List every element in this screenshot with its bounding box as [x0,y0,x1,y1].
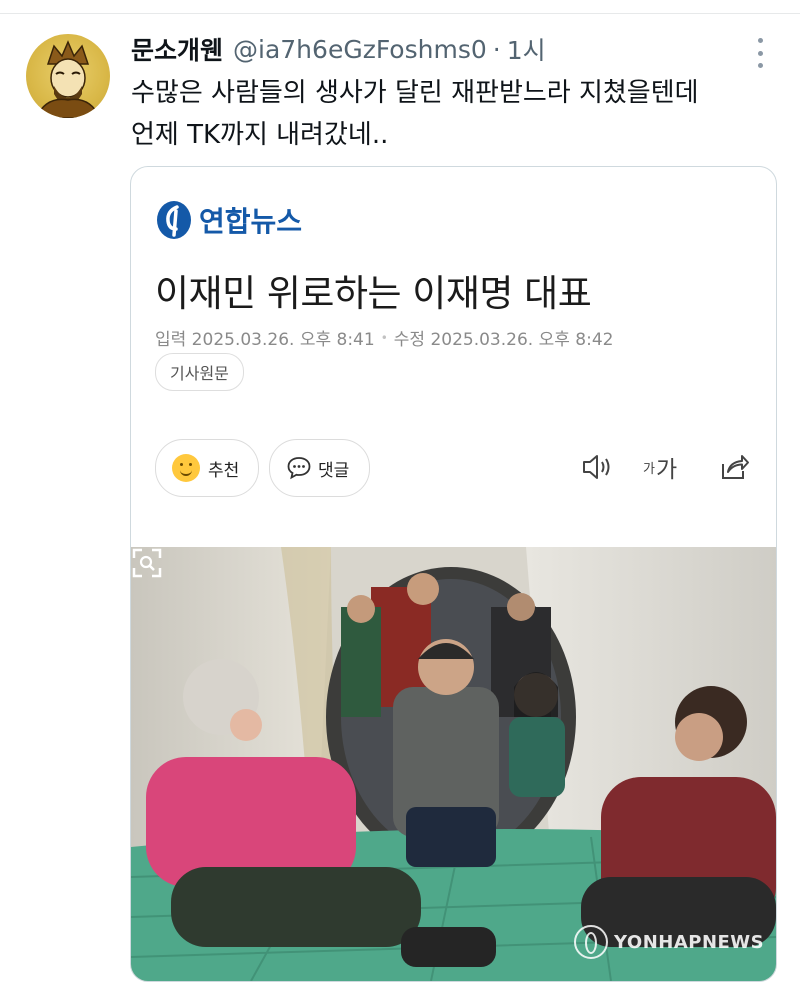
source-name: 연합뉴스 [199,205,303,238]
tweet-text: 수많은 사람들의 생사가 달린 재판받느라 지쳤을텐데 언제 TK까지 내려갔네… [131,72,771,156]
more-vertical-icon[interactable] [747,38,773,68]
avatar[interactable] [26,34,110,118]
article-headline: 이재민 위로하는 이재명 대표 [155,272,592,315]
speaker-icon[interactable] [581,450,615,484]
top-divider [0,13,800,14]
display-name[interactable]: 문소개웬 [131,31,223,67]
expand-image-icon[interactable] [131,547,163,579]
article-photo[interactable]: YONHAPNEWS [131,547,776,981]
font-size-icon[interactable]: 가가 [643,450,677,484]
tweet-text-line: 언제 TK까지 내려갔네.. [131,120,389,150]
user-handle[interactable]: @ia7h6eGzFoshms0 [233,35,487,64]
recommend-label: 추천 [208,460,240,481]
watermark-text: YONHAPNEWS [614,931,765,953]
post-time[interactable]: 1시 [507,31,546,67]
comment-label: 댓글 [318,460,350,481]
smile-emoji-icon [172,454,200,482]
recommend-button[interactable]: 추천 [155,439,259,497]
speech-bubble-icon [287,457,311,480]
yonhap-logo: 연합뉴스 [155,199,302,241]
input-date: 입력 2025.03.26. 오후 8:41 [155,330,375,350]
header-separator: · [492,34,501,64]
share-icon[interactable] [718,450,750,484]
article-dates: 입력 2025.03.26. 오후 8:41 • 수정 2025.03.26. … [155,325,613,350]
tweet-text-line: 수많은 사람들의 생사가 달린 재판받느라 지쳤을텐데 [131,78,699,108]
edit-date: 수정 2025.03.26. 오후 8:42 [393,330,614,350]
font-large-label: 가 [655,457,678,483]
comment-button[interactable]: 댓글 [269,439,370,497]
article-card[interactable]: 연합뉴스 이재민 위로하는 이재명 대표 입력 2025.03.26. 오후 8… [130,166,777,982]
original-article-button[interactable]: 기사원문 [155,353,244,391]
yonhap-watermark-icon [574,925,608,959]
tweet-header: 문소개웬 @ia7h6eGzFoshms0 · 1시 [131,31,546,67]
font-small-label: 가 [643,461,655,477]
date-separator: • [380,330,388,345]
photo-watermark: YONHAPNEWS [574,925,764,959]
yonhap-logo-icon [157,201,191,239]
